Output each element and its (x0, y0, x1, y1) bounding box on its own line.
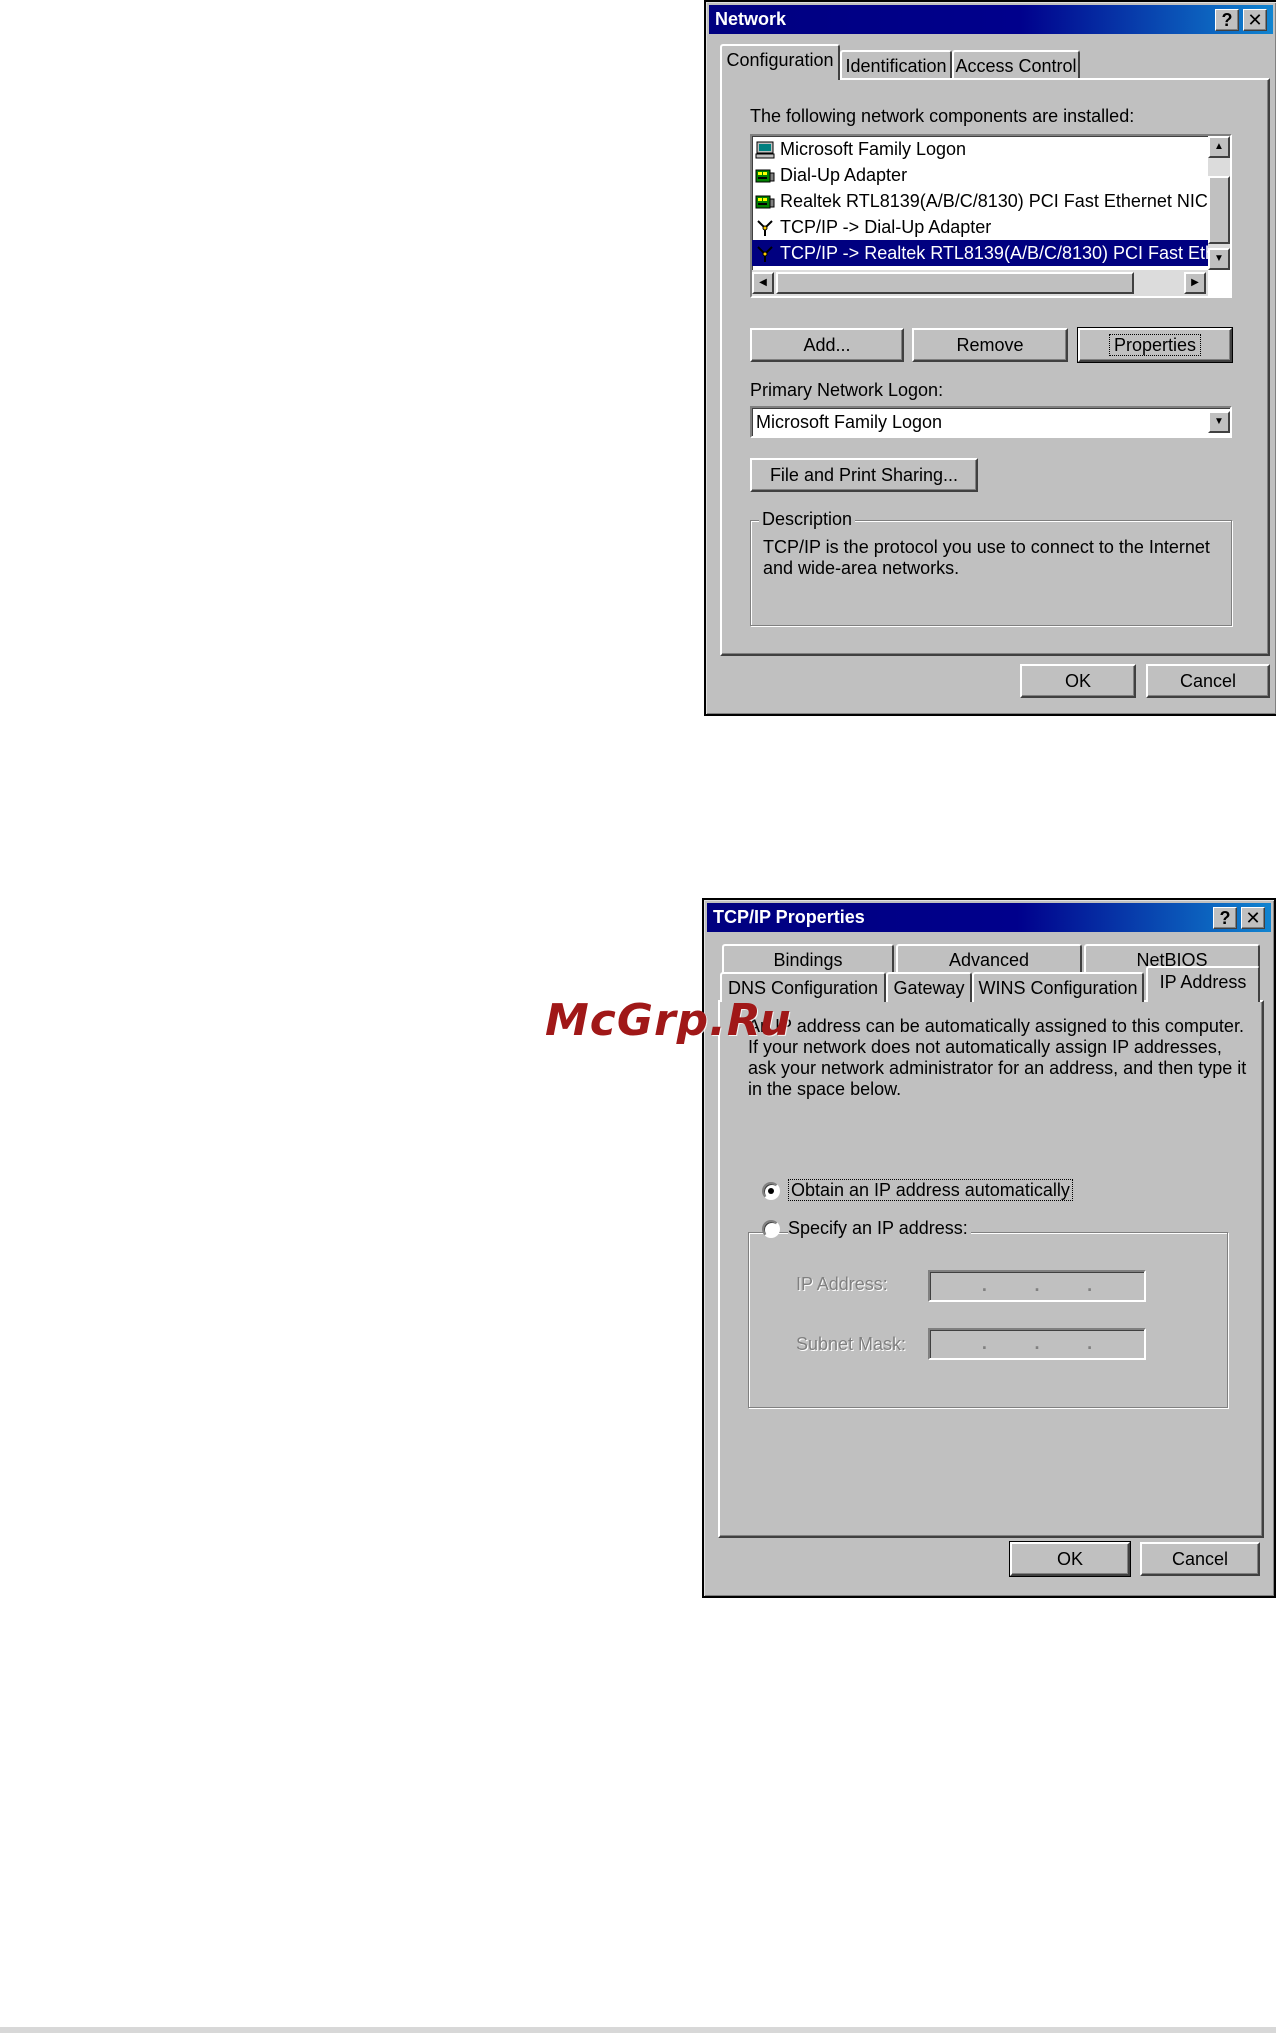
components-label: The following network components are ins… (750, 106, 1135, 126)
ip-address-panel: An IP address can be automatically assig… (718, 1000, 1264, 1538)
configuration-panel: The following network components are ins… (720, 78, 1270, 656)
description-text: TCP/IP is the protocol you use to connec… (763, 537, 1210, 578)
network-title: Network (715, 9, 787, 29)
list-item-label: Dial-Up Adapter (780, 165, 908, 185)
computer-icon (755, 140, 775, 159)
help-button[interactable]: ? (1215, 9, 1239, 31)
horizontal-scroll-thumb[interactable] (776, 272, 1134, 294)
list-item[interactable]: Microsoft Family Logon (752, 136, 1208, 162)
vertical-scroll-thumb[interactable] (1208, 176, 1230, 244)
list-item-label: TCP/IP -> Realtek RTL8139(A/B/C/8130) PC… (780, 243, 1208, 263)
scroll-down-button[interactable]: ▼ (1208, 248, 1230, 270)
radio-selected-dot (768, 1188, 774, 1194)
list-item[interactable]: Realtek RTL8139(A/B/C/8130) PCI Fast Eth… (752, 188, 1208, 214)
scroll-up-button[interactable]: ▲ (1208, 136, 1230, 158)
ip-intro-text: An IP address can be automatically assig… (748, 1016, 1247, 1099)
tab-advanced[interactable]: Advanced (896, 944, 1082, 974)
horizontal-scrollbar[interactable]: ◀ ▶ (752, 270, 1208, 296)
tab-configuration[interactable]: Configuration (720, 44, 840, 80)
tcpip-title: TCP/IP Properties (713, 907, 865, 927)
protocol-icon (755, 218, 775, 236)
tcpip-close-button[interactable]: ✕ (1241, 907, 1265, 929)
specify-ip-radio[interactable] (762, 1220, 780, 1238)
tab-access-control[interactable]: Access Control (952, 50, 1080, 80)
network-titlebar[interactable]: Network ? ✕ (709, 5, 1273, 34)
list-item-label: Microsoft Family Logon (780, 139, 967, 159)
components-list[interactable]: Microsoft Family Logon Dial-Up Adapter Rea… (750, 134, 1232, 298)
protocol-icon (755, 244, 775, 262)
tab-gateway[interactable]: Gateway (886, 972, 972, 1002)
description-group: Description TCP/IP is the protocol you u… (750, 509, 1232, 626)
network-adapter-icon (755, 192, 775, 210)
description-title: Description (759, 509, 856, 530)
primary-logon-select[interactable]: Microsoft Family Logon ▼ (750, 406, 1232, 438)
subnet-mask-input[interactable]: . . . (928, 1328, 1146, 1360)
primary-logon-value: Microsoft Family Logon (756, 412, 943, 432)
tcpip-titlebar[interactable]: TCP/IP Properties ? ✕ (707, 903, 1271, 932)
tab-dns-configuration[interactable]: DNS Configuration (720, 972, 886, 1002)
tab-bindings[interactable]: Bindings (722, 944, 894, 974)
vertical-scrollbar[interactable]: ▲ ▼ (1208, 136, 1230, 270)
ip-address-input[interactable]: . . . (928, 1270, 1146, 1302)
watermark-text: McGrp.Ru (545, 995, 792, 1046)
remove-button[interactable]: Remove (912, 328, 1068, 362)
obtain-ip-radio[interactable] (762, 1182, 780, 1200)
network-ok-button[interactable]: OK (1020, 664, 1136, 698)
specify-ip-group (748, 1232, 1228, 1408)
primary-logon-label: Primary Network Logon: (750, 380, 944, 400)
network-adapter-icon (755, 166, 775, 184)
tcpip-cancel-button[interactable]: Cancel (1140, 1542, 1260, 1576)
specify-ip-label[interactable]: Specify an IP address: (788, 1218, 971, 1239)
tcpip-ok-button[interactable]: OK (1009, 1541, 1131, 1577)
footer-divider (0, 2027, 1276, 2033)
add-button[interactable]: Add... (750, 328, 904, 362)
list-item[interactable]: Dial-Up Adapter (752, 162, 1208, 188)
tab-wins-configuration[interactable]: WINS Configuration (972, 972, 1144, 1002)
network-cancel-button[interactable]: Cancel (1146, 664, 1270, 698)
chevron-down-icon[interactable]: ▼ (1208, 411, 1230, 433)
close-button[interactable]: ✕ (1243, 9, 1267, 31)
subnet-mask-label: Subnet Mask: (796, 1334, 907, 1354)
list-item-label: Realtek RTL8139(A/B/C/8130) PCI Fast Eth… (780, 191, 1208, 211)
properties-button[interactable]: Properties (1077, 327, 1233, 363)
scroll-right-button[interactable]: ▶ (1184, 272, 1206, 294)
tcpip-help-button[interactable]: ? (1213, 907, 1237, 929)
list-item[interactable]: TCP/IP -> Realtek RTL8139(A/B/C/8130) PC… (752, 240, 1208, 266)
network-dialog: Network ? ✕ Configuration Identification… (704, 0, 1276, 716)
list-item-label: TCP/IP -> Dial-Up Adapter (780, 217, 992, 237)
obtain-ip-label[interactable]: Obtain an IP address automatically (788, 1179, 1073, 1201)
ip-address-label: IP Address: (796, 1274, 888, 1294)
tab-ip-address[interactable]: IP Address (1146, 966, 1260, 1002)
tab-identification[interactable]: Identification (840, 50, 952, 80)
scroll-left-button[interactable]: ◀ (752, 272, 774, 294)
file-print-sharing-button[interactable]: File and Print Sharing... (750, 458, 978, 492)
list-item[interactable]: TCP/IP -> Dial-Up Adapter (752, 214, 1208, 240)
